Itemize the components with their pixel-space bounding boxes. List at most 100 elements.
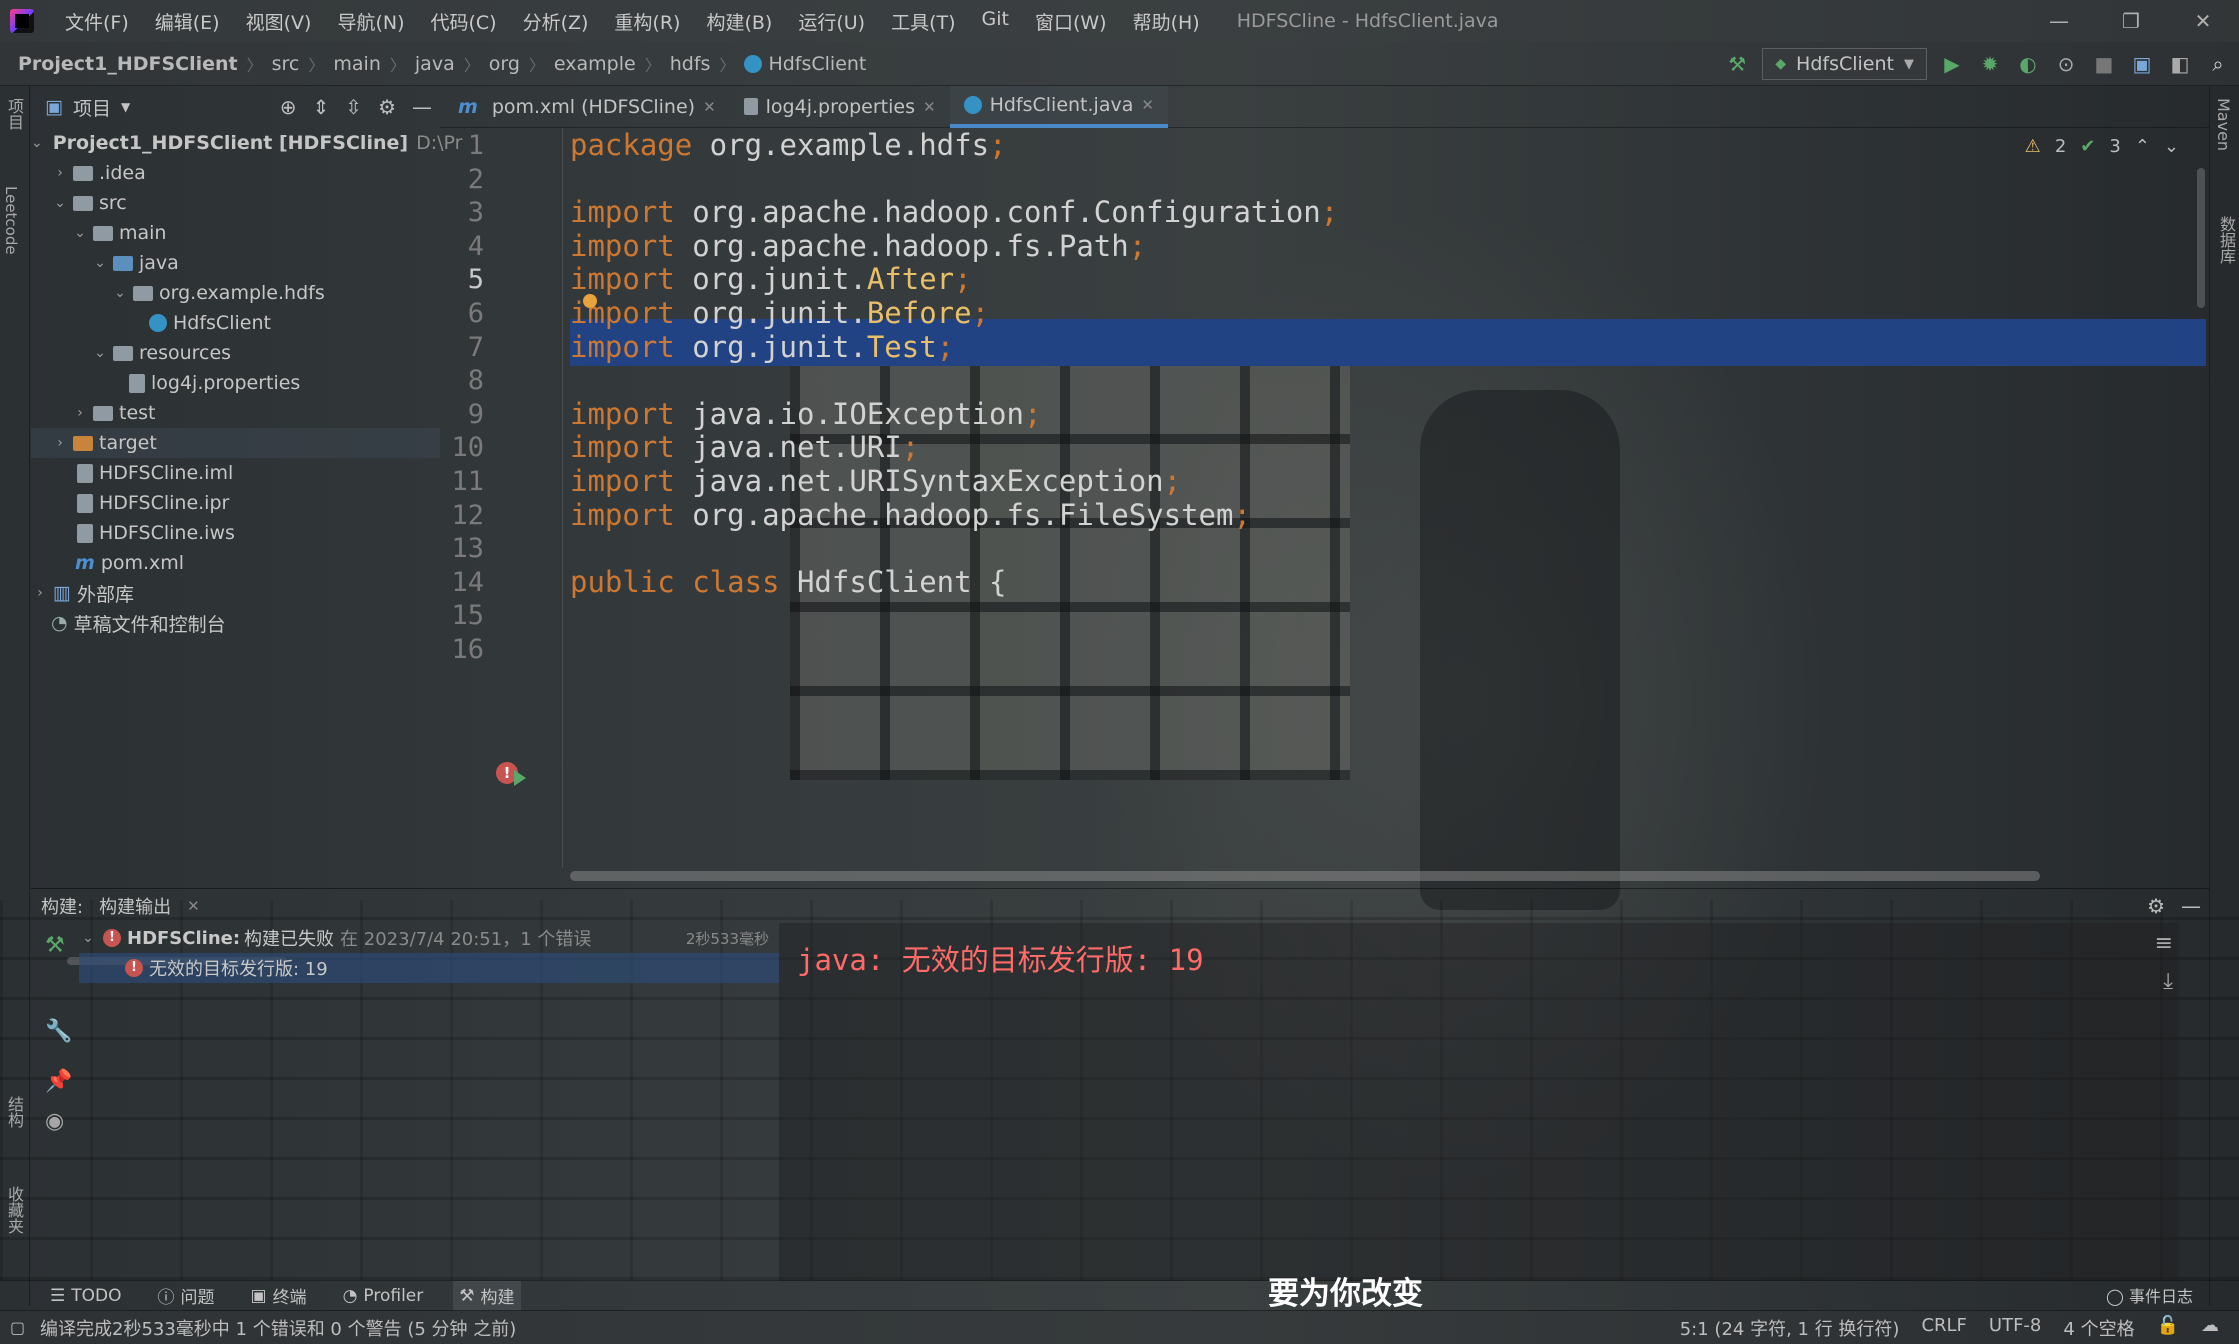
- search-icon[interactable]: ⌕: [2205, 51, 2231, 77]
- status-message[interactable]: 编译完成2秒533毫秒中 1 个错误和 0 个警告 (5 分钟 之前): [40, 1315, 516, 1341]
- menu-view[interactable]: 视图(V): [246, 8, 312, 35]
- tab-build-output[interactable]: 构建输出: [99, 893, 171, 919]
- tree-item-idea[interactable]: › .idea: [31, 158, 440, 188]
- crumb-hdfs[interactable]: hdfs: [670, 53, 711, 75]
- intention-bulb-icon[interactable]: [583, 294, 597, 308]
- chevron-down-icon[interactable]: ⌄: [111, 285, 129, 301]
- stop-icon[interactable]: ■: [2091, 51, 2117, 77]
- menu-help[interactable]: 帮助(H): [1133, 8, 1200, 35]
- hide-icon[interactable]: —: [412, 95, 432, 119]
- code-editor[interactable]: 1 2 3 4 5 6 7 8 9 10 11 12 13 14 15 16 package org.exam…: [440, 128, 2209, 888]
- close-icon[interactable]: ✕: [1141, 96, 1154, 114]
- tool-todo[interactable]: ☰ TODO: [44, 1281, 128, 1311]
- tree-item-package[interactable]: ⌄ org.example.hdfs: [31, 278, 440, 308]
- pin-icon[interactable]: 📌: [45, 1069, 72, 1094]
- profile-icon[interactable]: ⊙: [2053, 51, 2079, 77]
- tree-item-iws[interactable]: HDFSCline.iws: [31, 518, 440, 548]
- wrench-icon[interactable]: 🔧: [45, 1019, 72, 1044]
- indent-setting[interactable]: 4 个空格: [2063, 1315, 2134, 1341]
- project-structure-icon[interactable]: ▣: [2129, 51, 2155, 77]
- chevron-down-icon[interactable]: ⌄: [79, 930, 97, 946]
- tree-item-resources[interactable]: ⌄ resources: [31, 338, 440, 368]
- tree-item-root[interactable]: ⌄ Project1_HDFSClient [HDFSCline] D:\Pr: [31, 128, 462, 158]
- stripe-favorites[interactable]: 收藏夹: [2, 1186, 26, 1234]
- tree-item-scratches[interactable]: ◔ 草稿文件和控制台: [31, 608, 440, 638]
- expand-all-icon[interactable]: ⇕: [313, 95, 330, 119]
- soft-wrap-icon[interactable]: ≡: [2155, 931, 2173, 956]
- chevron-down-icon[interactable]: ⌄: [91, 255, 109, 271]
- chevron-down-icon[interactable]: ⌄: [31, 135, 43, 151]
- chevron-down-icon[interactable]: ▼: [121, 100, 130, 114]
- crumb-class[interactable]: HdfsClient: [768, 53, 866, 75]
- tree-item-src[interactable]: ⌄ src: [31, 188, 440, 218]
- tree-item-java[interactable]: ⌄ java: [31, 248, 440, 278]
- project-panel-title[interactable]: 项目: [73, 94, 111, 121]
- stripe-maven[interactable]: Maven: [2214, 98, 2233, 151]
- tab-pom[interactable]: m pom.xml (HDFSCline) ✕: [440, 86, 730, 128]
- chevron-right-icon[interactable]: ›: [71, 405, 89, 421]
- chevron-down-icon[interactable]: ⌄: [51, 195, 69, 211]
- chevron-down-icon[interactable]: ⌄: [71, 225, 89, 241]
- code-line[interactable]: import java.net.URI;: [570, 430, 919, 464]
- code-line[interactable]: import java.net.URISyntaxException;: [570, 464, 1181, 498]
- tool-problems[interactable]: ⓘ 问题: [152, 1281, 221, 1311]
- stripe-project[interactable]: 项目: [2, 98, 26, 130]
- coverage-icon[interactable]: ◐: [2015, 51, 2041, 77]
- code-line[interactable]: public class HdfsClient {: [570, 565, 1007, 599]
- editor-vertical-scrollbar[interactable]: [2197, 168, 2205, 308]
- menu-build[interactable]: 构建(B): [706, 8, 772, 35]
- build-error-row[interactable]: ! 无效的目标发行版: 19: [79, 953, 779, 983]
- code-line[interactable]: import java.io.IOException;: [570, 397, 1041, 431]
- tree-item-hdfsclient[interactable]: HdfsClient: [31, 308, 440, 338]
- tree-item-main[interactable]: ⌄ main: [31, 218, 440, 248]
- menu-analyze[interactable]: 分析(Z): [523, 8, 589, 35]
- tree-item-pom[interactable]: m pom.xml: [31, 548, 440, 578]
- hide-icon[interactable]: —: [2181, 894, 2201, 918]
- menu-navigate[interactable]: 导航(N): [337, 8, 404, 35]
- menu-git[interactable]: Git: [982, 8, 1009, 35]
- rebuild-icon[interactable]: ⚒: [45, 933, 65, 958]
- crumb-java[interactable]: java: [415, 53, 455, 75]
- crumb-project[interactable]: Project1_HDFSClient: [18, 53, 238, 75]
- chevron-right-icon[interactable]: ›: [51, 435, 69, 451]
- lock-icon[interactable]: 🔓: [2157, 1315, 2179, 1341]
- code-line[interactable]: import org.junit.After;: [570, 262, 972, 296]
- code-line[interactable]: import org.junit.Test;: [570, 330, 954, 364]
- menu-refactor[interactable]: 重构(R): [614, 8, 680, 35]
- menu-edit[interactable]: 编辑(E): [155, 8, 220, 35]
- editor-horizontal-scrollbar[interactable]: [570, 871, 2040, 881]
- tool-build[interactable]: ⚒ 构建: [453, 1280, 521, 1311]
- build-output-console[interactable]: java: 无效的目标发行版: 19 ≡ ⤓: [779, 923, 2179, 1281]
- chevron-up-icon[interactable]: ⌃: [2135, 136, 2150, 157]
- run-config-selector[interactable]: ◆ HdfsClient ▼: [1762, 48, 1927, 80]
- code-line[interactable]: import org.junit.Before;: [570, 296, 989, 330]
- chevron-down-icon[interactable]: ⌄: [2164, 136, 2179, 157]
- build-summary-row[interactable]: ⌄ ! HDFSCline: 构建已失败 在 2023/7/4 20:51，1 …: [79, 923, 779, 953]
- debug-icon[interactable]: ✹: [1977, 51, 2003, 77]
- gear-icon[interactable]: ⚙: [2147, 894, 2165, 918]
- tree-item-test[interactable]: › test: [31, 398, 440, 428]
- close-icon[interactable]: ✕: [2167, 0, 2239, 42]
- notifications-icon[interactable]: ☁: [2201, 1315, 2219, 1341]
- layout-icon[interactable]: ◧: [2167, 51, 2193, 77]
- crumb-example[interactable]: example: [554, 53, 636, 75]
- stripe-structure[interactable]: 结构: [2, 1096, 26, 1128]
- stripe-database[interactable]: 数据库: [2214, 216, 2238, 264]
- code-line[interactable]: package org.example.hdfs;: [570, 128, 1007, 162]
- chevron-down-icon[interactable]: ⌄: [91, 345, 109, 361]
- tool-profiler[interactable]: ◔ Profiler: [337, 1281, 430, 1311]
- menu-file[interactable]: 文件(F): [65, 8, 129, 35]
- scroll-to-end-icon[interactable]: ⤓: [2163, 969, 2173, 994]
- stripe-leetcode[interactable]: Leetcode: [2, 186, 20, 255]
- tab-hdfsclient[interactable]: HdfsClient.java ✕: [949, 85, 1168, 128]
- run-icon[interactable]: ▶: [1939, 51, 1965, 77]
- tree-item-log4j[interactable]: log4j.properties: [31, 368, 440, 398]
- menu-run[interactable]: 运行(U): [798, 8, 865, 35]
- build-hammer-icon[interactable]: ⚒: [1724, 51, 1750, 77]
- tree-item-iml[interactable]: HDFSCline.iml: [31, 458, 440, 488]
- layout-toggle-icon[interactable]: ▢: [10, 1318, 25, 1337]
- restore-icon[interactable]: ❐: [2095, 0, 2167, 42]
- crumb-src[interactable]: src: [272, 53, 300, 75]
- gear-icon[interactable]: ⚙: [378, 95, 396, 119]
- code-line[interactable]: import org.apache.hadoop.fs.FileSystem;: [570, 498, 1251, 532]
